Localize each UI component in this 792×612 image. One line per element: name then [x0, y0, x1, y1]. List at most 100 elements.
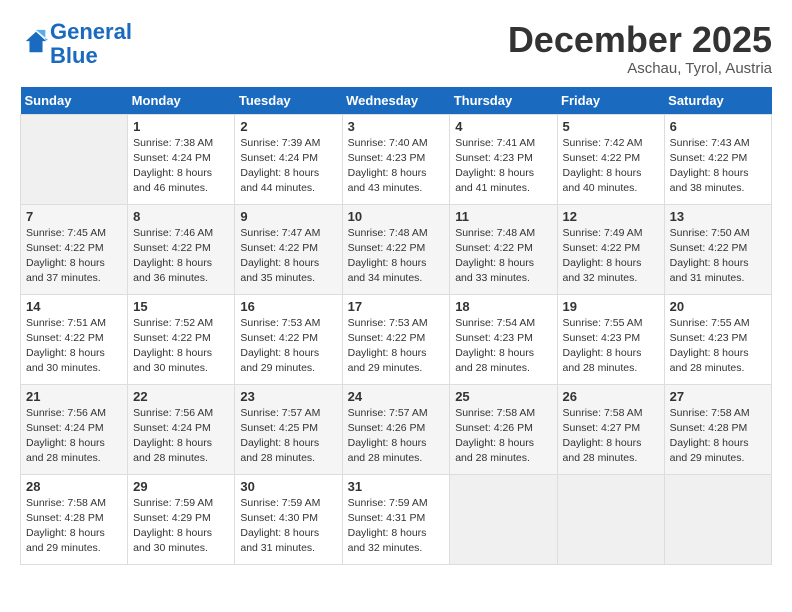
- calendar-cell: 12 Sunrise: 7:49 AMSunset: 4:22 PMDayligh…: [557, 204, 664, 294]
- day-header-tuesday: Tuesday: [235, 87, 342, 115]
- day-info: Sunrise: 7:48 AMSunset: 4:22 PMDaylight:…: [455, 226, 551, 287]
- day-number: 17: [348, 299, 445, 314]
- day-info: Sunrise: 7:59 AMSunset: 4:31 PMDaylight:…: [348, 496, 445, 557]
- calendar-cell: [557, 474, 664, 564]
- day-number: 3: [348, 119, 445, 134]
- day-info: Sunrise: 7:41 AMSunset: 4:23 PMDaylight:…: [455, 136, 551, 197]
- day-number: 30: [240, 479, 336, 494]
- day-info: Sunrise: 7:54 AMSunset: 4:23 PMDaylight:…: [455, 316, 551, 377]
- day-number: 15: [133, 299, 229, 314]
- day-number: 2: [240, 119, 336, 134]
- calendar-cell: 4 Sunrise: 7:41 AMSunset: 4:23 PMDaylight…: [450, 114, 557, 204]
- day-info: Sunrise: 7:58 AMSunset: 4:28 PMDaylight:…: [26, 496, 122, 557]
- day-number: 6: [670, 119, 766, 134]
- calendar-cell: 17 Sunrise: 7:53 AMSunset: 4:22 PMDayligh…: [342, 294, 450, 384]
- day-header-monday: Monday: [128, 87, 235, 115]
- logo: General Blue: [20, 20, 132, 68]
- day-info: Sunrise: 7:46 AMSunset: 4:22 PMDaylight:…: [133, 226, 229, 287]
- calendar-cell: 29Sunrise: 7:59 AMSunset: 4:29 PMDayligh…: [128, 474, 235, 564]
- day-number: 21: [26, 389, 122, 404]
- day-info: Sunrise: 7:55 AMSunset: 4:23 PMDaylight:…: [563, 316, 659, 377]
- day-info: Sunrise: 7:42 AMSunset: 4:22 PMDaylight:…: [563, 136, 659, 197]
- calendar-cell: 26Sunrise: 7:58 AMSunset: 4:27 PMDayligh…: [557, 384, 664, 474]
- day-info: Sunrise: 7:52 AMSunset: 4:22 PMDaylight:…: [133, 316, 229, 377]
- calendar-cell: [664, 474, 771, 564]
- day-number: 18: [455, 299, 551, 314]
- day-number: 23: [240, 389, 336, 404]
- day-info: Sunrise: 7:59 AMSunset: 4:30 PMDaylight:…: [240, 496, 336, 557]
- calendar-cell: 5 Sunrise: 7:42 AMSunset: 4:22 PMDaylight…: [557, 114, 664, 204]
- day-info: Sunrise: 7:45 AMSunset: 4:22 PMDaylight:…: [26, 226, 122, 287]
- calendar-cell: 15 Sunrise: 7:52 AMSunset: 4:22 PMDayligh…: [128, 294, 235, 384]
- calendar-cell: [450, 474, 557, 564]
- calendar-cell: 25 Sunrise: 7:58 AMSunset: 4:26 PMDayligh…: [450, 384, 557, 474]
- calendar-cell: 28 Sunrise: 7:58 AMSunset: 4:28 PMDayligh…: [21, 474, 128, 564]
- day-info: Sunrise: 7:39 AMSunset: 4:24 PMDaylight:…: [240, 136, 336, 197]
- calendar-table: SundayMondayTuesdayWednesdayThursdayFrid…: [20, 87, 772, 565]
- day-number: 1: [133, 119, 229, 134]
- day-info: Sunrise: 7:49 AMSunset: 4:22 PMDaylight:…: [563, 226, 659, 287]
- calendar-week-1: 1 Sunrise: 7:38 AMSunset: 4:24 PMDaylight…: [21, 114, 772, 204]
- calendar-cell: 27 Sunrise: 7:58 AMSunset: 4:28 PMDayligh…: [664, 384, 771, 474]
- calendar-cell: 2 Sunrise: 7:39 AMSunset: 4:24 PMDaylight…: [235, 114, 342, 204]
- calendar-cell: 10 Sunrise: 7:48 AMSunset: 4:22 PMDayligh…: [342, 204, 450, 294]
- day-number: 27: [670, 389, 766, 404]
- day-header-thursday: Thursday: [450, 87, 557, 115]
- calendar-week-5: 28 Sunrise: 7:58 AMSunset: 4:28 PMDayligh…: [21, 474, 772, 564]
- title-block: December 2025 Aschau, Tyrol, Austria: [508, 20, 772, 77]
- day-number: 20: [670, 299, 766, 314]
- calendar-week-3: 14 Sunrise: 7:51 AMSunset: 4:22 PMDayligh…: [21, 294, 772, 384]
- day-info: Sunrise: 7:40 AMSunset: 4:23 PMDaylight:…: [348, 136, 445, 197]
- day-info: Sunrise: 7:58 AMSunset: 4:26 PMDaylight:…: [455, 406, 551, 467]
- day-info: Sunrise: 7:55 AMSunset: 4:23 PMDaylight:…: [670, 316, 766, 377]
- calendar-cell: 3 Sunrise: 7:40 AMSunset: 4:23 PMDaylight…: [342, 114, 450, 204]
- day-info: Sunrise: 7:51 AMSunset: 4:22 PMDaylight:…: [26, 316, 122, 377]
- calendar-week-4: 21 Sunrise: 7:56 AMSunset: 4:24 PMDayligh…: [21, 384, 772, 474]
- day-number: 31: [348, 479, 445, 494]
- day-info: Sunrise: 7:56 AMSunset: 4:24 PMDaylight:…: [133, 406, 229, 467]
- day-number: 9: [240, 209, 336, 224]
- day-info: Sunrise: 7:38 AMSunset: 4:24 PMDaylight:…: [133, 136, 229, 197]
- calendar-cell: 30 Sunrise: 7:59 AMSunset: 4:30 PMDayligh…: [235, 474, 342, 564]
- day-header-sunday: Sunday: [21, 87, 128, 115]
- day-info: Sunrise: 7:53 AMSunset: 4:22 PMDaylight:…: [240, 316, 336, 377]
- day-info: Sunrise: 7:53 AMSunset: 4:22 PMDaylight:…: [348, 316, 445, 377]
- day-number: 16: [240, 299, 336, 314]
- day-number: 5: [563, 119, 659, 134]
- day-info: Sunrise: 7:50 AMSunset: 4:22 PMDaylight:…: [670, 226, 766, 287]
- calendar-cell: 21 Sunrise: 7:56 AMSunset: 4:24 PMDayligh…: [21, 384, 128, 474]
- day-header-wednesday: Wednesday: [342, 87, 450, 115]
- day-header-friday: Friday: [557, 87, 664, 115]
- day-number: 7: [26, 209, 122, 224]
- calendar-cell: 11 Sunrise: 7:48 AMSunset: 4:22 PMDayligh…: [450, 204, 557, 294]
- day-number: 28: [26, 479, 122, 494]
- calendar-week-2: 7 Sunrise: 7:45 AMSunset: 4:22 PMDaylight…: [21, 204, 772, 294]
- calendar-cell: 14 Sunrise: 7:51 AMSunset: 4:22 PMDayligh…: [21, 294, 128, 384]
- day-number: 12: [563, 209, 659, 224]
- day-number: 13: [670, 209, 766, 224]
- calendar-cell: 7 Sunrise: 7:45 AMSunset: 4:22 PMDaylight…: [21, 204, 128, 294]
- calendar-cell: 23 Sunrise: 7:57 AMSunset: 4:25 PMDayligh…: [235, 384, 342, 474]
- day-number: 11: [455, 209, 551, 224]
- calendar-cell: 8Sunrise: 7:46 AMSunset: 4:22 PMDaylight…: [128, 204, 235, 294]
- day-number: 4: [455, 119, 551, 134]
- calendar-cell: 13 Sunrise: 7:50 AMSunset: 4:22 PMDayligh…: [664, 204, 771, 294]
- calendar-cell: 20 Sunrise: 7:55 AMSunset: 4:23 PMDayligh…: [664, 294, 771, 384]
- day-number: 26: [563, 389, 659, 404]
- day-number: 10: [348, 209, 445, 224]
- calendar-cell: 9Sunrise: 7:47 AMSunset: 4:22 PMDaylight…: [235, 204, 342, 294]
- day-number: 14: [26, 299, 122, 314]
- day-info: Sunrise: 7:56 AMSunset: 4:24 PMDaylight:…: [26, 406, 122, 467]
- calendar-cell: [21, 114, 128, 204]
- day-info: Sunrise: 7:57 AMSunset: 4:25 PMDaylight:…: [240, 406, 336, 467]
- page-header: General Blue December 2025 Aschau, Tyrol…: [20, 20, 772, 77]
- day-info: Sunrise: 7:59 AMSunset: 4:29 PMDaylight:…: [133, 496, 229, 557]
- day-info: Sunrise: 7:43 AMSunset: 4:22 PMDaylight:…: [670, 136, 766, 197]
- logo-icon: [22, 28, 50, 56]
- day-info: Sunrise: 7:58 AMSunset: 4:28 PMDaylight:…: [670, 406, 766, 467]
- calendar-cell: 19Sunrise: 7:55 AMSunset: 4:23 PMDayligh…: [557, 294, 664, 384]
- day-info: Sunrise: 7:48 AMSunset: 4:22 PMDaylight:…: [348, 226, 445, 287]
- day-number: 25: [455, 389, 551, 404]
- calendar-header-row: SundayMondayTuesdayWednesdayThursdayFrid…: [21, 87, 772, 115]
- logo-text: General Blue: [50, 20, 132, 68]
